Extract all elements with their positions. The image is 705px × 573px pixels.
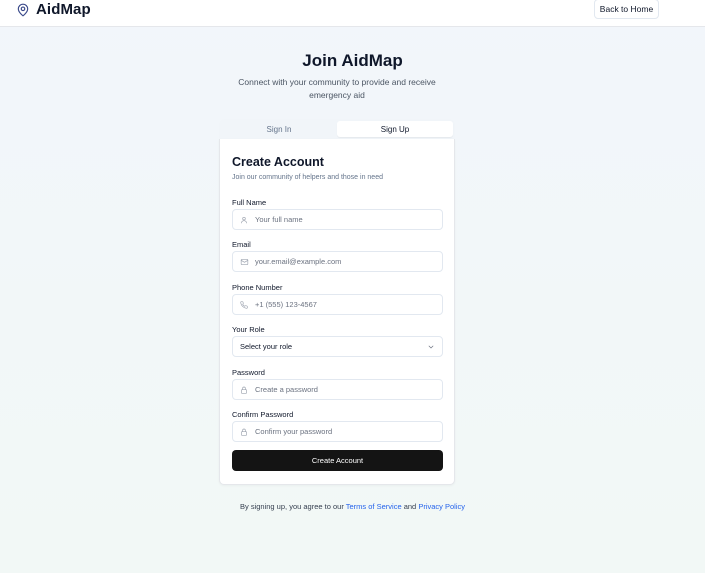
role-select-value: Select your role [240,342,293,351]
role-label: Your Role [232,325,265,334]
password-input[interactable] [255,380,435,399]
page-subtitle: Connect with your community to provide a… [238,77,436,100]
phone-input[interactable] [255,295,435,314]
legal-prefix: By signing up, you agree to our [240,502,346,511]
email-input[interactable] [255,252,435,271]
password-field[interactable] [232,379,443,400]
email-field[interactable] [232,251,443,272]
tab-sign-in[interactable]: Sign In [221,121,337,137]
privacy-policy-link[interactable]: Privacy Policy [418,502,465,511]
brand[interactable]: AidMap [16,1,91,18]
user-icon [233,216,255,224]
back-to-home-button[interactable]: Back to Home [594,0,659,19]
chevron-down-icon [427,338,435,356]
terms-of-service-link[interactable]: Terms of Service [346,502,402,511]
full-name-label: Full Name [232,198,267,207]
phone-field[interactable] [232,294,443,315]
legal-notice: By signing up, you agree to our Terms of… [0,502,705,511]
full-name-input[interactable] [255,210,435,229]
tab-sign-up[interactable]: Sign Up [337,121,453,137]
mail-icon [233,258,255,266]
top-header: AidMap Back to Home [0,0,705,27]
legal-middle: and [401,502,419,511]
card-description: Join our community of helpers and those … [232,174,383,181]
lock-icon [233,428,255,436]
brand-name: AidMap [36,1,91,18]
confirm-password-input[interactable] [255,422,435,441]
page-title: Join AidMap [302,51,403,70]
role-select[interactable]: Select your role [232,336,443,357]
confirm-password-field[interactable] [232,421,443,442]
map-pin-icon [16,2,30,18]
confirm-password-label: Confirm Password [232,410,294,419]
auth-tabs: Sign In Sign Up [219,119,455,139]
email-label: Email [232,240,251,249]
password-label: Password [232,368,265,377]
phone-label: Phone Number [232,283,283,292]
full-name-field[interactable] [232,209,443,230]
signup-card: Create Account Join our community of hel… [219,139,455,485]
create-account-button[interactable]: Create Account [232,450,443,471]
card-title: Create Account [232,155,324,169]
lock-icon [233,386,255,394]
phone-icon [233,300,255,309]
